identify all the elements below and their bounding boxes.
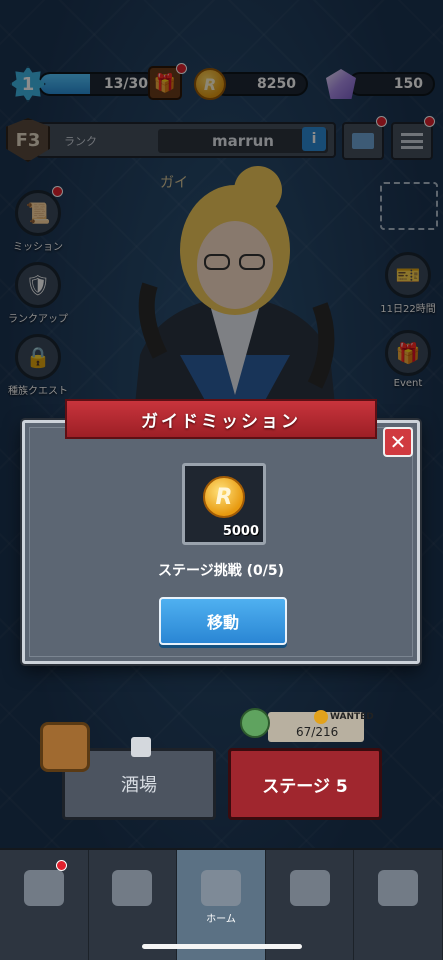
close-button[interactable]: ✕ [383,427,413,457]
lock-icon [131,737,151,757]
move-button[interactable]: 移動 [159,597,287,645]
tab-label: ホーム [206,914,236,925]
stage-button[interactable]: ステージ 5 [228,748,382,820]
tab-shop[interactable] [0,850,89,960]
mission-progress: ステージ挑戦 (0/5) [158,563,284,579]
tab-castle[interactable] [354,850,443,960]
tavern-label: 酒場 [121,775,157,796]
home-indicator[interactable] [142,944,302,949]
notification-dot [56,860,67,871]
castle-icon [378,870,419,906]
helmet-icon [112,870,153,906]
goblin-icon [240,708,270,738]
reward-amount: 5000 [222,524,259,539]
reward-box: R 5000 [182,463,266,545]
wanted-panel[interactable]: WANTED 67/216 [240,708,374,744]
crossed-swords-icon [200,870,241,906]
coin-icon: R [203,476,245,518]
modal-title: ガイドミッション [65,399,377,439]
shield-icon [289,870,330,906]
wanted-count: 67/216 [296,725,339,739]
medal-icon [314,710,328,724]
guide-mission-modal: ガイドミッション ✕ R 5000 ステージ挑戦 (0/5) 移動 [22,399,420,664]
mug-icon [40,722,90,772]
wanted-box: WANTED 67/216 [268,710,374,742]
shop-icon [23,870,64,906]
wanted-label: WANTED [330,712,374,722]
